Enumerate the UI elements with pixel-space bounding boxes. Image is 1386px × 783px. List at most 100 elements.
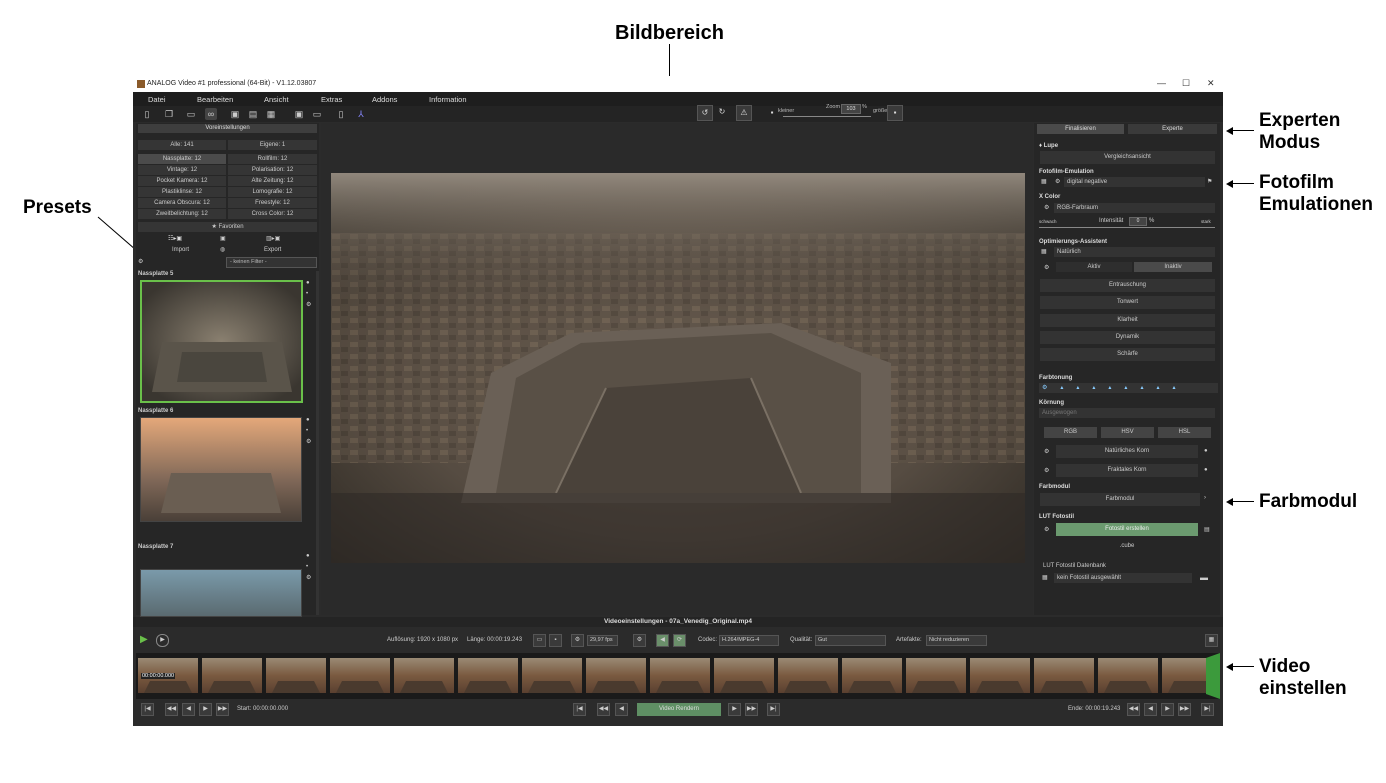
preset-vintage[interactable]: Vintage: 12 <box>138 165 226 175</box>
end-last-icon[interactable]: ▶| <box>1201 703 1214 716</box>
tab-finalisieren[interactable]: Finalisieren <box>1037 124 1124 134</box>
end-rewind-icon[interactable]: ◀◀ <box>1127 703 1140 716</box>
camera-icon[interactable]: ▭ <box>311 108 323 120</box>
render-forward-icon[interactable]: ▶ <box>728 703 741 716</box>
rgb-button[interactable]: RGB <box>1044 427 1097 438</box>
zoom-out-icon[interactable]: ▪ <box>765 106 779 120</box>
link-icon[interactable]: ∞ <box>205 108 217 120</box>
end-ff-icon[interactable]: ▶▶ <box>1178 703 1191 716</box>
play-loop-icon[interactable]: ▶ <box>156 634 169 647</box>
render-first-icon[interactable]: |◀ <box>573 703 586 716</box>
fotofilm-settings-icon[interactable]: ⚙ <box>1055 178 1060 185</box>
thumb2-star-icon[interactable]: ● <box>306 417 310 423</box>
opt-schaerfe[interactable]: Schärfe <box>1040 348 1215 361</box>
preset-thumbnail-3[interactable] <box>140 569 302 617</box>
audio-toggle-icon[interactable]: ⟳ <box>673 634 686 647</box>
preset-pocket-kamera[interactable]: Pocket Kamera: 12 <box>138 176 226 186</box>
film-grid-icon[interactable]: ▦ <box>1041 178 1047 185</box>
thumb3-star-icon[interactable]: ● <box>306 553 310 559</box>
step-back-icon[interactable]: ◀ <box>182 703 195 716</box>
menu-ansicht[interactable]: Ansicht <box>264 95 289 104</box>
preset-lomografie[interactable]: Lomografie: 12 <box>228 187 317 197</box>
render-ff-icon[interactable]: ▶▶ <box>745 703 758 716</box>
presets-scrollbar[interactable] <box>316 271 319 615</box>
preset-all[interactable]: Alle: 141 <box>138 140 226 150</box>
thumb1-settings-icon[interactable]: ⚙ <box>306 301 311 308</box>
natural-grain-toggle-icon[interactable]: ● <box>1204 448 1208 454</box>
preset-nassplatte[interactable]: Nassplatte: 12 <box>138 154 226 164</box>
codec-select[interactable]: H.264/MPEG-4 <box>719 635 779 646</box>
render-back-icon[interactable]: ◀ <box>615 703 628 716</box>
menu-datei[interactable]: Datei <box>148 95 166 104</box>
farbtonung-drops-icon[interactable]: ⚙▴▴▴▴▴▴▴▴ <box>1039 383 1218 393</box>
kornung-select[interactable]: Ausgewogen <box>1039 408 1215 418</box>
filter-select[interactable]: - keinen Filter - <box>226 257 317 268</box>
thumb2-dot-icon[interactable]: • <box>306 428 308 434</box>
warning-icon[interactable]: ⚠ <box>736 105 752 121</box>
favorites-button[interactable]: ★ Favoriten <box>138 222 317 232</box>
import-grid-icon[interactable]: ☷▸▣ <box>168 235 182 242</box>
lut-db-select[interactable]: kein Fotostil ausgewählt <box>1054 573 1192 583</box>
lut-db-grid-icon[interactable]: ▦ <box>1042 574 1048 581</box>
natural-grain-button[interactable]: Natürliches Korn <box>1056 445 1198 458</box>
fps-field[interactable]: 29,97 fps <box>587 635 618 646</box>
preset-own[interactable]: Eigene: 1 <box>228 140 317 150</box>
opt-select[interactable]: Natürlich <box>1054 247 1215 257</box>
save-icon[interactable]: ▣ <box>229 108 241 120</box>
export-icon[interactable]: ▦ <box>265 108 277 120</box>
save-as-icon[interactable]: ▣ <box>293 108 305 120</box>
opt-settings-icon[interactable]: ⚙ <box>1044 264 1049 271</box>
step-forward-icon[interactable]: ▶ <box>199 703 212 716</box>
farbmodul-button[interactable]: Farbmodul <box>1040 493 1200 506</box>
cube-button[interactable]: .cube <box>1056 540 1198 553</box>
globe-icon[interactable]: ◍ <box>220 246 225 253</box>
fotofilm-select[interactable]: digital negative <box>1064 177 1205 187</box>
natural-grain-settings-icon[interactable]: ⚙ <box>1044 448 1049 455</box>
intensity-input[interactable]: 0 <box>1129 217 1147 226</box>
preset-plastiklinse[interactable]: Plastiklinse: 12 <box>138 187 226 197</box>
opt-tonwert[interactable]: Tonwert <box>1040 296 1215 309</box>
end-back-icon[interactable]: ◀ <box>1144 703 1157 716</box>
opt-klarheit[interactable]: Klarheit <box>1040 314 1215 327</box>
lut-list-icon[interactable]: ▤ <box>1204 526 1210 533</box>
fotofilm-flag-icon[interactable]: ⚑ <box>1207 178 1212 185</box>
menu-extras[interactable]: Extras <box>321 95 342 104</box>
import-label[interactable]: Import <box>172 247 189 253</box>
print-icon[interactable]: ▤ <box>247 108 259 120</box>
audio-settings-icon[interactable]: ⚙ <box>633 634 646 647</box>
tab-experte[interactable]: Experte <box>1128 124 1217 134</box>
filmstrip[interactable]: 00:00:00.000 <box>136 653 1222 699</box>
thumb1-dot-icon[interactable]: • <box>306 291 308 297</box>
fractal-grain-settings-icon[interactable]: ⚙ <box>1044 467 1049 474</box>
menu-bearbeiten[interactable]: Bearbeiten <box>197 95 233 104</box>
opt-grid-icon[interactable]: ▦ <box>1041 248 1047 255</box>
preset-rollfilm[interactable]: Rollfilm: 12 <box>228 154 317 164</box>
artifacts-select[interactable]: Nicht reduzieren <box>926 635 987 646</box>
fast-forward-icon[interactable]: ▶▶ <box>216 703 229 716</box>
preset-freestyle[interactable]: Freestyle: 12 <box>228 198 317 208</box>
quality-select[interactable]: Gut <box>815 635 886 646</box>
zoom-input[interactable]: 103 <box>841 104 861 114</box>
export-grid-icon[interactable]: ▥▸▣ <box>266 235 280 242</box>
monitor-icon[interactable]: ▭ <box>533 634 546 647</box>
preset-cross-color[interactable]: Cross Color: 12 <box>228 209 317 219</box>
lut-settings-icon[interactable]: ⚙ <box>1044 526 1049 533</box>
intensity-slider[interactable] <box>1039 227 1215 228</box>
compare-button[interactable]: Vergleichsansicht <box>1040 151 1215 164</box>
create-fotostil-button[interactable]: Fotostil erstellen <box>1056 523 1198 536</box>
minimize-button[interactable]: — <box>1157 78 1166 88</box>
rotate-right-icon[interactable]: ↻ <box>715 105 729 119</box>
thumb3-dot-icon[interactable]: • <box>306 564 308 570</box>
zoom-slider[interactable] <box>783 116 871 117</box>
grid-view-icon[interactable]: ▦ <box>1205 634 1218 647</box>
thumb1-star-icon[interactable]: ● <box>306 280 310 286</box>
filter-icon[interactable]: ⚙ <box>138 258 143 265</box>
menu-addons[interactable]: Addons <box>372 95 397 104</box>
preset-camera-obscura[interactable]: Camera Obscura: 12 <box>138 198 226 208</box>
preset-alte-zeitung[interactable]: Alte Zeitung: 12 <box>228 176 317 186</box>
zoom-in-icon[interactable]: ▪ <box>887 105 903 121</box>
opt-dynamik[interactable]: Dynamik <box>1040 331 1215 344</box>
active-button[interactable]: Aktiv <box>1056 262 1132 272</box>
rotate-left-icon[interactable]: ↺ <box>697 105 713 121</box>
camera-record-icon[interactable]: ▪ <box>549 634 562 647</box>
